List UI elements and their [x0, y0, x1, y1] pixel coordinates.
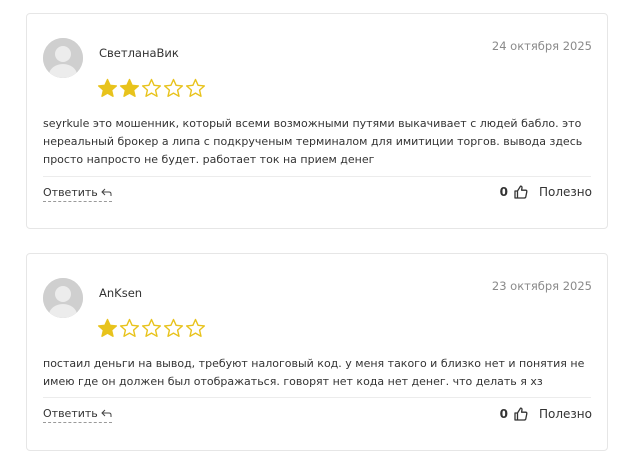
star-empty-icon: [141, 318, 162, 337]
star-filled-icon: [97, 318, 118, 337]
review-date: 23 октября 2025: [491, 279, 592, 293]
likes-count: 0: [499, 185, 508, 199]
star-rating: [97, 78, 206, 100]
review-date: 24 октября 2025: [491, 39, 592, 53]
helpful-control: 0 Полезно: [500, 185, 592, 199]
review-text: seyrkule это мошенник, который всеми воз…: [43, 117, 583, 166]
star-empty-icon: [163, 78, 184, 97]
reply-button[interactable]: Ответить: [43, 407, 112, 423]
reply-arrow-icon: [101, 409, 112, 417]
reply-button[interactable]: Ответить: [43, 186, 112, 202]
star-empty-icon: [185, 318, 206, 337]
review-author: AnKsen: [99, 286, 143, 300]
likes-count: 0: [499, 407, 508, 421]
star-filled-icon: [119, 78, 140, 97]
divider: [43, 397, 591, 398]
review-author: СветланаВик: [99, 46, 179, 60]
review-text: постаил деньги на вывод, требуют налогов…: [43, 357, 585, 388]
reply-label: Ответить: [43, 186, 98, 199]
reply-label: Ответить: [43, 407, 98, 420]
star-empty-icon: [119, 318, 140, 337]
star-empty-icon: [185, 78, 206, 97]
avatar-icon: [43, 278, 83, 318]
star-filled-icon: [97, 78, 118, 97]
divider: [43, 176, 591, 177]
thumbs-up-icon[interactable]: [514, 407, 528, 421]
review-card: AnKsen 23 октября 2025 постаил деньги на…: [26, 253, 608, 451]
review-list: СветланаВик 24 октября 2025 seyrkule это…: [0, 0, 621, 461]
helpful-control: 0 Полезно: [500, 407, 592, 421]
helpful-button[interactable]: Полезно: [539, 185, 592, 199]
avatar-icon: [43, 38, 83, 78]
thumbs-up-icon[interactable]: [514, 185, 528, 199]
star-empty-icon: [163, 318, 184, 337]
review-card: СветланаВик 24 октября 2025 seyrkule это…: [26, 13, 608, 229]
star-rating: [97, 318, 206, 340]
reply-arrow-icon: [101, 188, 112, 196]
star-empty-icon: [141, 78, 162, 97]
helpful-button[interactable]: Полезно: [539, 407, 592, 421]
